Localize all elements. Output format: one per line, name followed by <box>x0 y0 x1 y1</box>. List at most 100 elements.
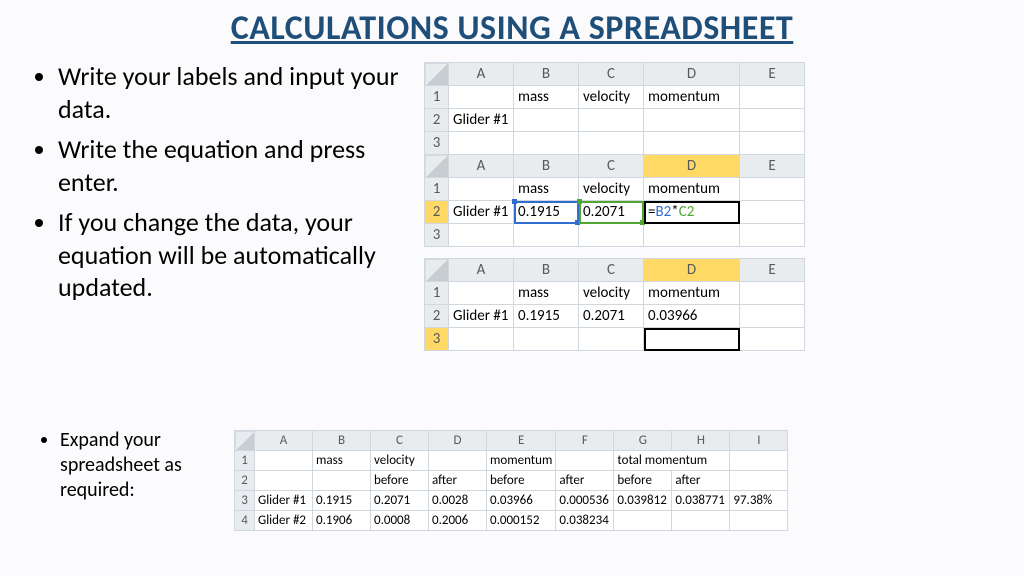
select-all-corner[interactable] <box>425 63 449 86</box>
cell[interactable] <box>644 224 740 247</box>
cell[interactable] <box>740 305 805 328</box>
cell[interactable] <box>514 328 579 351</box>
cell[interactable]: after <box>672 471 730 491</box>
cell-selected[interactable] <box>644 328 740 351</box>
select-all-corner[interactable] <box>425 259 449 282</box>
cell[interactable] <box>672 511 730 531</box>
cell[interactable]: 0.03966 <box>644 305 740 328</box>
col-header[interactable]: B <box>514 259 579 282</box>
cell[interactable]: Glider #2 <box>255 511 313 531</box>
col-header[interactable]: B <box>313 431 371 451</box>
col-header[interactable]: F <box>556 431 614 451</box>
row-header[interactable]: 2 <box>235 471 255 491</box>
cell[interactable]: 0.038771 <box>672 491 730 511</box>
cell[interactable]: momentum <box>644 178 740 201</box>
col-header[interactable]: A <box>449 155 514 178</box>
cell[interactable] <box>579 328 644 351</box>
col-header[interactable]: C <box>579 259 644 282</box>
cell[interactable] <box>644 132 740 155</box>
cell[interactable]: mass <box>313 451 371 471</box>
cell[interactable] <box>730 451 788 471</box>
cell[interactable]: Glider #1 <box>449 305 514 328</box>
cell[interactable]: 0.2006 <box>429 511 487 531</box>
cell[interactable]: 0.0028 <box>429 491 487 511</box>
col-header[interactable]: G <box>614 431 672 451</box>
cell[interactable]: mass <box>514 86 579 109</box>
row-header[interactable]: 1 <box>425 178 449 201</box>
cell[interactable] <box>644 109 740 132</box>
cell[interactable]: total momentum <box>614 451 730 471</box>
cell[interactable] <box>579 132 644 155</box>
cell[interactable] <box>614 511 672 531</box>
col-header[interactable]: A <box>255 431 313 451</box>
col-header[interactable]: D <box>429 431 487 451</box>
cell[interactable]: after <box>429 471 487 491</box>
cell[interactable] <box>740 201 805 224</box>
cell[interactable] <box>514 224 579 247</box>
col-header[interactable]: E <box>740 259 805 282</box>
cell[interactable] <box>313 471 371 491</box>
cell[interactable]: 0.03966 <box>487 491 556 511</box>
cell[interactable]: velocity <box>579 282 644 305</box>
cell[interactable]: momentum <box>644 282 740 305</box>
col-header[interactable]: B <box>514 63 579 86</box>
cell[interactable] <box>449 86 514 109</box>
cell[interactable] <box>449 178 514 201</box>
cell[interactable] <box>740 328 805 351</box>
cell[interactable] <box>740 224 805 247</box>
col-header[interactable]: A <box>449 63 514 86</box>
cell[interactable] <box>255 471 313 491</box>
col-header[interactable]: C <box>579 63 644 86</box>
cell[interactable]: before <box>614 471 672 491</box>
col-header[interactable]: E <box>740 63 805 86</box>
col-header[interactable]: A <box>449 259 514 282</box>
cell[interactable]: 0.000536 <box>556 491 614 511</box>
cell[interactable] <box>740 132 805 155</box>
cell[interactable] <box>730 511 788 531</box>
cell[interactable] <box>579 109 644 132</box>
cell[interactable]: Glider #1 <box>449 201 514 224</box>
cell[interactable] <box>579 224 644 247</box>
cell[interactable]: velocity <box>579 178 644 201</box>
cell[interactable]: before <box>371 471 429 491</box>
cell-ref-c2[interactable]: 0.2071 <box>579 201 644 224</box>
col-header[interactable]: D <box>644 63 740 86</box>
cell[interactable]: 0.1915 <box>313 491 371 511</box>
row-header[interactable]: 3 <box>235 491 255 511</box>
col-header[interactable]: I <box>730 431 788 451</box>
cell[interactable] <box>514 109 579 132</box>
col-header[interactable]: C <box>579 155 644 178</box>
select-all-corner[interactable] <box>425 155 449 178</box>
cell[interactable] <box>449 328 514 351</box>
cell[interactable]: 0.038234 <box>556 511 614 531</box>
cell[interactable]: velocity <box>579 86 644 109</box>
cell[interactable]: 0.2071 <box>371 491 429 511</box>
cell[interactable] <box>740 86 805 109</box>
cell[interactable]: 0.000152 <box>487 511 556 531</box>
col-header[interactable]: E <box>740 155 805 178</box>
cell[interactable]: 0.1906 <box>313 511 371 531</box>
col-header[interactable]: E <box>487 431 556 451</box>
cell[interactable]: 0.1915 <box>514 305 579 328</box>
cell[interactable]: 97.38% <box>730 491 788 511</box>
cell[interactable]: momentum <box>644 86 740 109</box>
cell-ref-b2[interactable]: 0.1915 <box>514 201 579 224</box>
cell[interactable] <box>429 451 487 471</box>
cell[interactable]: 0.2071 <box>579 305 644 328</box>
cell[interactable]: after <box>556 471 614 491</box>
col-header[interactable]: B <box>514 155 579 178</box>
cell-editing-formula[interactable]: =B2*C2 <box>644 201 740 224</box>
cell[interactable]: 0.0008 <box>371 511 429 531</box>
cell[interactable] <box>740 178 805 201</box>
cell[interactable] <box>556 451 614 471</box>
cell[interactable] <box>740 109 805 132</box>
cell[interactable] <box>449 224 514 247</box>
col-header[interactable]: H <box>672 431 730 451</box>
cell[interactable]: 0.039812 <box>614 491 672 511</box>
row-header-active[interactable]: 2 <box>425 201 449 224</box>
row-header[interactable]: 1 <box>235 451 255 471</box>
row-header[interactable]: 1 <box>425 282 449 305</box>
col-header[interactable]: C <box>371 431 429 451</box>
cell[interactable]: Glider #1 <box>255 491 313 511</box>
cell[interactable] <box>449 132 514 155</box>
